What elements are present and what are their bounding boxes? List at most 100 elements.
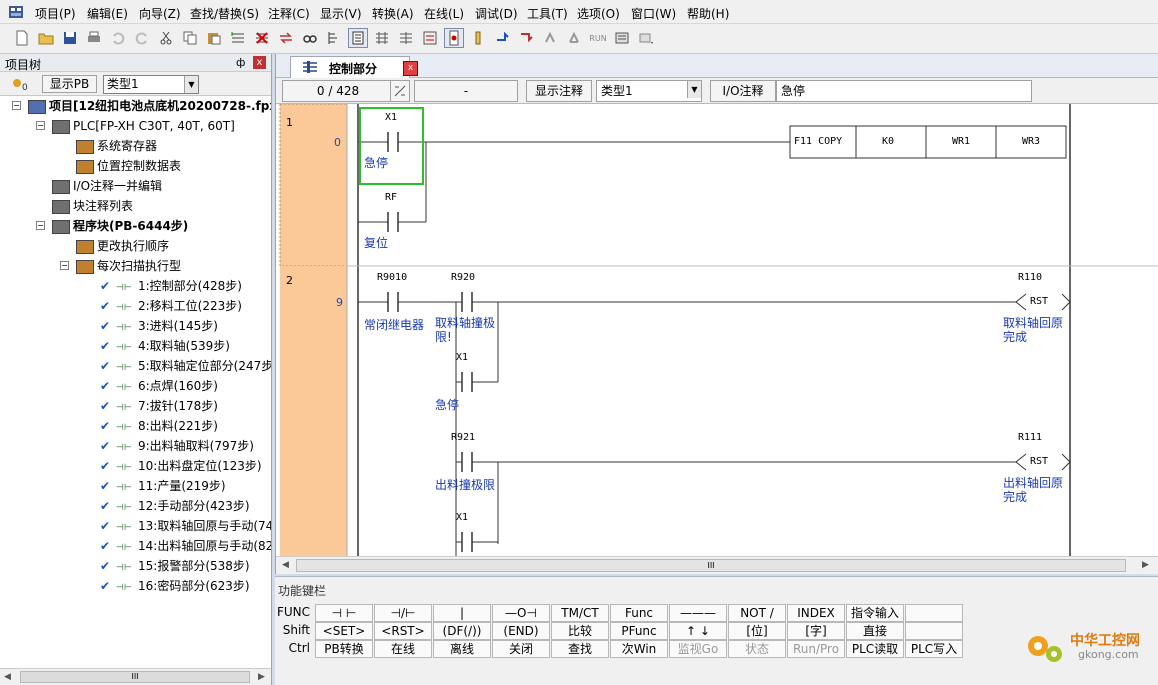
tree-item[interactable]: ✔ ⊣⊢ 1:控制部分(428步): [100, 276, 242, 296]
collapse-icon[interactable]: −: [36, 221, 45, 230]
function-key[interactable]: [905, 604, 963, 622]
function-key[interactable]: NOT /: [728, 604, 786, 622]
new-file-icon[interactable]: [12, 28, 32, 48]
tree-item[interactable]: ✔ ⊣⊢ 14:出料轴回原与手动(82: [100, 536, 271, 556]
pin-icon[interactable]: ф: [236, 56, 245, 69]
comment-icon[interactable]: [324, 28, 344, 48]
transfer-icon[interactable]: [516, 28, 536, 48]
function-key[interactable]: Func: [610, 604, 668, 622]
app-icon[interactable]: [8, 4, 24, 20]
tree-item[interactable]: ✔ ⊣⊢ 4:取料轴(539步): [100, 336, 230, 356]
contact-address[interactable]: R9010: [377, 272, 407, 283]
function-key[interactable]: 比较: [551, 622, 609, 640]
toggle-icon[interactable]: [390, 80, 410, 102]
tree-horizontal-scrollbar[interactable]: ◀ III ▶: [0, 668, 271, 685]
plc-icon[interactable]: [612, 28, 632, 48]
block-icon[interactable]: [348, 28, 368, 48]
tree-item[interactable]: ✔ ⊣⊢ 12:手动部分(423步): [100, 496, 250, 516]
function-key[interactable]: ⊣ ⊢: [315, 604, 373, 622]
function-key[interactable]: 状态: [728, 640, 786, 658]
insert-row-icon[interactable]: [228, 28, 248, 48]
redo-icon[interactable]: [132, 28, 152, 48]
coil-address[interactable]: R110: [1018, 272, 1042, 283]
function-key[interactable]: TM/CT: [551, 604, 609, 622]
show-pb-button[interactable]: 显示PB: [42, 75, 97, 93]
contact-address[interactable]: R920: [451, 272, 475, 283]
function-key[interactable]: [字]: [787, 622, 845, 640]
tree-item[interactable]: 更改执行顺序: [76, 236, 169, 256]
undo-icon[interactable]: [108, 28, 128, 48]
menu-comment[interactable]: 注释(C): [268, 5, 310, 22]
function-key[interactable]: ———: [669, 604, 727, 622]
menu-wizard[interactable]: 向导(Z): [139, 5, 181, 22]
tree-item[interactable]: − 程序块(PB-6444步): [36, 216, 188, 236]
contact-address[interactable]: X1: [385, 112, 397, 123]
menu-online[interactable]: 在线(L): [424, 5, 464, 22]
tree-item[interactable]: ✔ ⊣⊢ 9:出料轴取料(797步): [100, 436, 254, 456]
tree-item[interactable]: 块注释列表: [52, 196, 133, 216]
function-key[interactable]: 在线: [374, 640, 432, 658]
run-icon[interactable]: [396, 28, 416, 48]
stop-mode-icon[interactable]: [564, 28, 584, 48]
collapse-icon[interactable]: −: [60, 261, 69, 270]
function-key[interactable]: <RST>: [374, 622, 432, 640]
function-key[interactable]: <SET>: [315, 622, 373, 640]
function-key[interactable]: PB转换: [315, 640, 373, 658]
menu-find-replace[interactable]: 查找/替换(S): [190, 5, 259, 22]
swap-icon[interactable]: [276, 28, 296, 48]
tree-item[interactable]: I/O注释一并编辑: [52, 176, 162, 196]
scroll-thumb[interactable]: III: [296, 559, 1126, 572]
function-key[interactable]: —O⊣: [492, 604, 550, 622]
contact-address[interactable]: R921: [451, 432, 475, 443]
instruction-operand[interactable]: WR1: [952, 136, 970, 147]
function-key[interactable]: 直接: [846, 622, 904, 640]
menu-help[interactable]: 帮助(H): [687, 5, 729, 22]
menu-edit[interactable]: 编辑(E): [87, 5, 128, 22]
address-field[interactable]: -: [414, 80, 518, 102]
tab-close-button[interactable]: x: [403, 61, 418, 76]
function-key[interactable]: 查找: [551, 640, 609, 658]
collapse-icon[interactable]: −: [12, 101, 21, 110]
connect-icon[interactable]: [468, 28, 488, 48]
function-key[interactable]: |: [433, 604, 491, 622]
scroll-left-icon[interactable]: ◀: [282, 560, 289, 570]
tree-item[interactable]: ✔ ⊣⊢ 5:取料轴定位部分(247步: [100, 356, 271, 376]
tree-item[interactable]: ✔ ⊣⊢ 6:点焊(160步): [100, 376, 218, 396]
function-key[interactable]: PLC写入: [905, 640, 963, 658]
contact-address[interactable]: X1: [456, 352, 468, 363]
menu-view[interactable]: 显示(V): [320, 5, 362, 22]
instruction-name[interactable]: F11 COPY: [794, 136, 842, 147]
tree-item[interactable]: ✔ ⊣⊢ 3:进料(145步): [100, 316, 218, 336]
tree-item[interactable]: ✔ ⊣⊢ 10:出料盘定位(123步): [100, 456, 262, 476]
bookmark-icon[interactable]: [444, 28, 464, 48]
disconnect-icon[interactable]: [492, 28, 512, 48]
paste-icon[interactable]: [204, 28, 224, 48]
tree-item[interactable]: ✔ ⊣⊢ 11:产量(219步): [100, 476, 226, 496]
save-icon[interactable]: [60, 28, 80, 48]
tree-item[interactable]: ✔ ⊣⊢ 8:出料(221步): [100, 416, 218, 436]
scroll-left-icon[interactable]: ◀: [4, 672, 11, 682]
instruction-operand[interactable]: WR3: [1022, 136, 1040, 147]
function-key[interactable]: 指令输入: [846, 604, 904, 622]
cut-icon[interactable]: [156, 28, 176, 48]
editor-type-select[interactable]: 类型1 ▼: [596, 80, 702, 102]
coil-type[interactable]: RST: [1030, 296, 1048, 307]
function-key[interactable]: (END): [492, 622, 550, 640]
function-key[interactable]: [位]: [728, 622, 786, 640]
contact-address[interactable]: X1: [456, 512, 468, 523]
menu-project[interactable]: 项目(P): [35, 5, 76, 22]
menu-debug[interactable]: 调试(D): [475, 5, 518, 22]
delete-row-icon[interactable]: [252, 28, 272, 48]
tree-item[interactable]: 系统寄存器: [76, 136, 157, 156]
function-key[interactable]: 离线: [433, 640, 491, 658]
chevron-down-icon[interactable]: ▼: [687, 81, 701, 98]
function-key[interactable]: 关闭: [492, 640, 550, 658]
function-key[interactable]: (DF(/)): [433, 622, 491, 640]
scroll-thumb[interactable]: III: [20, 671, 250, 683]
function-key[interactable]: ⊣/⊢: [374, 604, 432, 622]
show-comment-button[interactable]: 显示注释: [526, 80, 592, 102]
menu-tools[interactable]: 工具(T): [527, 5, 568, 22]
tree-item[interactable]: ✔ ⊣⊢ 15:报警部分(538步): [100, 556, 250, 576]
more-icon[interactable]: [636, 28, 656, 48]
scroll-right-icon[interactable]: ▶: [1142, 560, 1149, 570]
